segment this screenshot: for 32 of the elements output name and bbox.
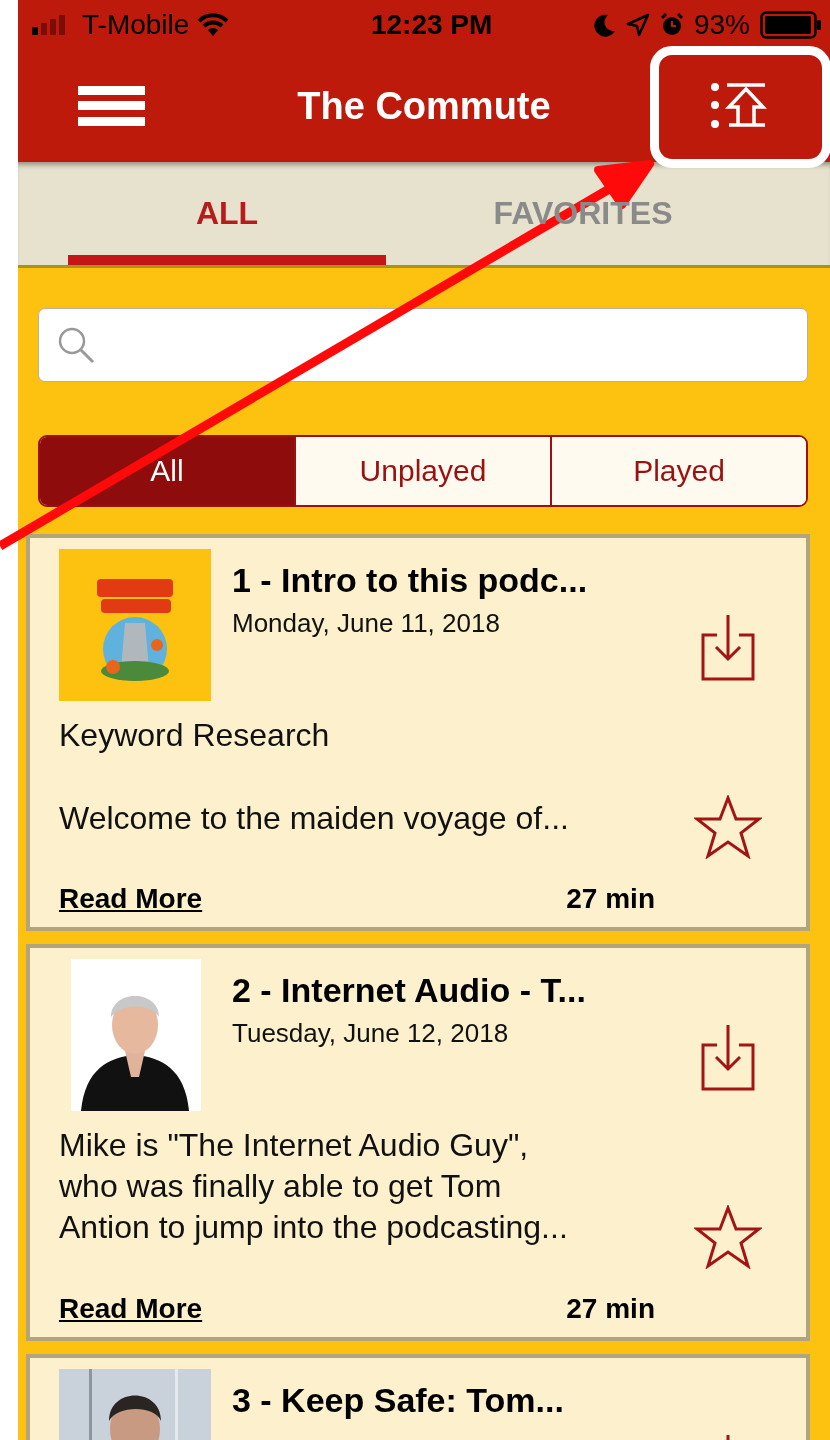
read-more-link[interactable]: Read More [59,883,203,915]
episode-title[interactable]: 3 - Keep Safe: Tom... [232,1381,564,1420]
episode-date: Monday, June 11, 2018 [232,608,501,639]
tab[interactable]: ALL [68,162,386,265]
read-more-link[interactable]: Read More [59,1293,203,1325]
episode-description: Mike is "The Internet Audio Guy", who was finally able to get Tom Antion to jump into the podcasting... [59,1126,569,1247]
episode-title[interactable]: 1 - Intro to this podc... [232,561,588,600]
moon-icon [593,13,616,37]
alarm-icon [659,13,684,37]
search-field[interactable] [38,308,808,382]
episode-duration: 27 min [566,1293,655,1325]
filter-segment[interactable]: All [40,437,294,505]
download-icon[interactable] [700,613,755,681]
battery-percent: 93% [693,9,750,41]
star-icon[interactable] [693,1205,762,1269]
episode-topic: Keyword Research [59,717,331,754]
location-icon [625,13,650,37]
battery-icon [760,11,822,39]
episode-date: Tuesday, June 12, 2018 [232,1018,510,1049]
filter-segment[interactable]: Played [550,437,806,505]
app-title: The Commute [297,84,551,128]
upload-list-icon [709,81,767,131]
download-icon[interactable] [700,1023,755,1091]
search-icon [57,326,95,364]
episode-description: Welcome to the maiden voyage of... [59,799,570,838]
star-icon[interactable] [693,795,762,859]
menu-icon[interactable] [78,86,145,126]
episode-duration: 27 min [566,883,655,915]
status-time: 12:23 PM [370,9,493,41]
wifi-icon [197,13,230,37]
carrier-name: T-Mobile [82,9,190,41]
episode-title[interactable]: 2 - Internet Audio - T... [232,971,586,1010]
